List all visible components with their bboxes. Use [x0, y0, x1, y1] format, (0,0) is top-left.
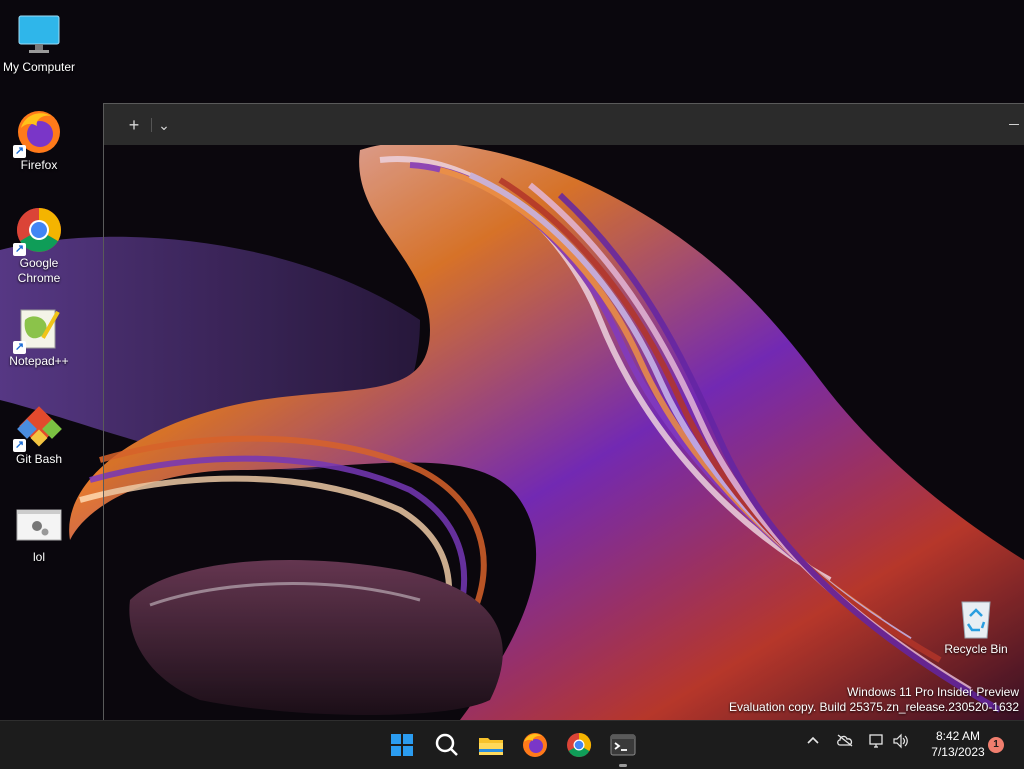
search-button[interactable]	[431, 729, 463, 761]
monitor-icon	[15, 10, 63, 58]
desktop-icon-git-bash[interactable]: ↗ Git Bash	[0, 394, 78, 467]
watermark-line-1: Windows 11 Pro Insider Preview	[847, 685, 1019, 699]
onedrive-button[interactable]	[836, 733, 854, 750]
git-icon: ↗	[13, 402, 63, 452]
volume-button[interactable]	[892, 733, 910, 752]
desktop-icon-notepadpp[interactable]: ↗ Notepad++	[0, 296, 78, 369]
network-icon	[869, 734, 883, 748]
chrome-icon	[567, 733, 592, 758]
tab-dropdown-button[interactable]: ⌄	[151, 112, 177, 138]
shortcut-arrow-icon: ↗	[13, 439, 26, 452]
desktop-icon-label: Notepad++	[9, 354, 69, 368]
speaker-icon	[893, 733, 908, 749]
new-tab-button[interactable]: +	[121, 112, 147, 138]
chrome-icon: ↗	[13, 206, 63, 256]
notification-badge[interactable]: 1	[988, 737, 1004, 753]
clock-time: 8:42 AM	[935, 729, 981, 743]
chevron-up-icon	[807, 736, 819, 744]
desktop-icon-my-computer[interactable]: My Computer	[0, 2, 78, 75]
desktop-icon-lol[interactable]: lol	[0, 492, 78, 565]
clock-date: 7/13/2023	[931, 745, 985, 759]
desktop-icon-label: lol	[32, 550, 45, 564]
firefox-icon	[523, 733, 547, 757]
desktop-icon-label: Firefox	[20, 158, 58, 172]
running-indicator	[619, 764, 627, 767]
desktop: My Computer ↗ Firefox ↗ Google Chrome ↗ …	[0, 0, 1024, 720]
chrome-taskbar-button[interactable]	[563, 729, 595, 761]
show-hidden-icons-button[interactable]	[806, 733, 820, 750]
recycle-bin-icon	[956, 596, 996, 640]
shortcut-arrow-icon: ↗	[13, 145, 26, 158]
minimize-button[interactable]	[1009, 124, 1019, 125]
firefox-icon: ↗	[13, 108, 63, 158]
file-explorer-button[interactable]	[475, 729, 507, 761]
desktop-icon-chrome[interactable]: ↗ Google Chrome	[0, 198, 78, 286]
notepadpp-icon: ↗	[13, 304, 63, 354]
desktop-icon-label: Google Chrome	[17, 256, 61, 285]
shortcut-arrow-icon: ↗	[13, 243, 26, 256]
network-button[interactable]	[868, 733, 886, 752]
shortcut-arrow-icon: ↗	[13, 341, 26, 354]
desktop-icon-label: Git Bash	[15, 452, 63, 466]
desktop-icon-firefox[interactable]: ↗ Firefox	[0, 100, 78, 173]
firefox-taskbar-button[interactable]	[519, 729, 551, 761]
terminal-taskbar-button[interactable]	[607, 729, 639, 767]
windows-watermark: Windows 11 Pro Insider Preview Evaluatio…	[729, 685, 1019, 715]
file-explorer-icon	[479, 738, 503, 755]
watermark-line-2: Evaluation copy. Build 25375.zn_release.…	[729, 700, 1019, 714]
start-icon	[391, 734, 413, 756]
clock-button[interactable]: 8:42 AM 7/13/2023	[922, 728, 994, 760]
terminal-window[interactable]: + ⌄	[103, 103, 1024, 720]
desktop-icon-recycle-bin[interactable]: Recycle Bin	[940, 596, 1012, 656]
search-icon	[435, 733, 458, 756]
terminal-icon	[610, 734, 636, 756]
cloud-offline-icon	[837, 734, 853, 747]
start-button[interactable]	[386, 729, 418, 761]
desktop-icon-label: Recycle Bin	[944, 642, 1008, 656]
desktop-icon-label: My Computer	[2, 60, 76, 74]
settings-file-icon	[15, 500, 63, 548]
terminal-titlebar[interactable]: + ⌄	[104, 104, 1024, 145]
taskbar: 8:42 AM 7/13/2023 1	[0, 720, 1024, 769]
